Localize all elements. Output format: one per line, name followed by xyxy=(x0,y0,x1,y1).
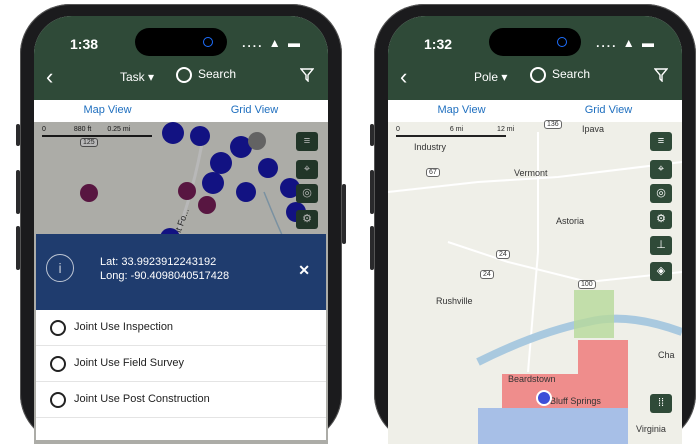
map-scale: 0 6 mi 12 mi xyxy=(396,126,515,137)
list-icon: ≡ xyxy=(657,135,665,147)
search-label: Search xyxy=(198,67,237,82)
view-tabs: Map View Grid View xyxy=(388,100,682,124)
place-label: Bluff Springs xyxy=(550,396,601,406)
location-info-card: i Lat: 33.9923912243192 Long: -90.409804… xyxy=(36,234,326,310)
type-picker[interactable]: Pole ▾ xyxy=(474,70,507,84)
list-item[interactable]: Joint Use Post Construction xyxy=(36,382,326,418)
search-label: Search xyxy=(552,67,591,82)
mute-switch xyxy=(16,124,20,146)
caret-down-icon: ▾ xyxy=(501,70,508,84)
info-icon: i xyxy=(46,254,74,282)
place-label: Beardstown xyxy=(508,374,556,384)
route-shield: 24 xyxy=(480,270,494,279)
pin-icon: ⊥ xyxy=(656,239,666,251)
tab-grid-view[interactable]: Grid View xyxy=(535,100,682,122)
filter-icon[interactable] xyxy=(654,68,668,82)
view-tabs: Map View Grid View xyxy=(34,100,328,124)
route-shield: 67 xyxy=(426,168,440,177)
grid-icon: ⁞⁞ xyxy=(657,397,665,409)
current-location-marker xyxy=(536,390,552,406)
pin-button[interactable]: ⊥ xyxy=(650,236,672,255)
right-screen: 1:32 .... ▲ ▬ ‹ Pole ▾ Search Map View G… xyxy=(388,16,682,444)
search-icon xyxy=(530,67,546,83)
power-button xyxy=(342,184,346,244)
radio-icon[interactable] xyxy=(50,320,66,336)
status-time: 1:38 xyxy=(70,36,99,52)
back-button[interactable]: ‹ xyxy=(400,66,407,88)
place-label: Industry xyxy=(414,142,447,152)
locate-button[interactable]: ⌖ xyxy=(650,160,672,179)
search-icon xyxy=(176,67,192,83)
route-shield: 24 xyxy=(496,250,510,259)
layers-icon: ◈ xyxy=(656,265,666,277)
caret-down-icon: ▾ xyxy=(148,70,155,84)
right-phone: 1:32 .... ▲ ▬ ‹ Pole ▾ Search Map View G… xyxy=(370,4,696,444)
search-button[interactable]: Search xyxy=(530,67,590,83)
route-shield: 136 xyxy=(544,120,562,129)
list-item-label: Joint Use Field Survey xyxy=(74,357,185,369)
left-phone: 1:38 .... ▲ ▬ ‹ Task ▾ Search Map View G… xyxy=(16,4,346,444)
place-label: Astoria xyxy=(556,216,585,226)
tab-map-view[interactable]: Map View xyxy=(34,100,181,124)
task-type-list: Joint Use Inspection Joint Use Field Sur… xyxy=(36,310,326,440)
place-label: Ipava xyxy=(582,124,605,134)
place-label: Rushville xyxy=(436,296,473,306)
app-header: 1:38 .... ▲ ▬ ‹ Task ▾ Search xyxy=(34,16,328,100)
scale-zero: 0 xyxy=(396,126,400,133)
list-item[interactable]: Joint Use Inspection xyxy=(36,310,326,346)
route-shield: 100 xyxy=(578,280,596,289)
status-bar: 1:32 .... ▲ ▬ xyxy=(424,36,656,54)
back-button[interactable]: ‹ xyxy=(46,66,53,88)
list-item-label: Joint Use Inspection xyxy=(74,321,174,333)
scale-bar xyxy=(396,135,506,137)
scale-mid: 6 mi xyxy=(449,126,464,133)
status-icons: .... ▲ ▬ xyxy=(242,36,302,50)
status-bar: 1:38 .... ▲ ▬ xyxy=(70,36,302,54)
volume-down-button xyxy=(16,226,20,270)
list-button[interactable]: ≡ xyxy=(650,132,672,151)
grid-button[interactable]: ⁞⁞ xyxy=(650,394,672,413)
longitude-text: Long: -90.4098040517428 xyxy=(100,270,230,282)
tab-grid-view[interactable]: Grid View xyxy=(181,100,328,122)
place-label: Cha xyxy=(658,350,675,360)
status-time: 1:32 xyxy=(424,36,453,52)
gear-icon: ⚙ xyxy=(656,213,666,225)
list-item-label: Joint Use Post Construction xyxy=(74,393,210,405)
compass-button[interactable]: ◎ xyxy=(650,184,672,203)
nav-row: ‹ Task ▾ Search xyxy=(34,66,328,92)
latitude-text: Lat: 33.9923912243192 xyxy=(100,256,217,268)
type-picker[interactable]: Task ▾ xyxy=(120,70,154,84)
locate-icon: ⌖ xyxy=(657,163,665,175)
nav-row: ‹ Pole ▾ Search xyxy=(388,66,682,92)
volume-down-button xyxy=(370,226,374,270)
app-header: 1:32 .... ▲ ▬ ‹ Pole ▾ Search xyxy=(388,16,682,100)
volume-up-button xyxy=(16,170,20,214)
search-button[interactable]: Search xyxy=(176,67,236,83)
filter-icon[interactable] xyxy=(300,68,314,82)
status-icons: .... ▲ ▬ xyxy=(596,36,656,50)
list-item[interactable]: Joint Use Field Survey xyxy=(36,346,326,382)
mute-switch xyxy=(370,124,374,146)
volume-up-button xyxy=(370,170,374,214)
compass-icon: ◎ xyxy=(656,187,666,199)
place-label: Virginia xyxy=(636,424,666,434)
grid-tile-blue[interactable] xyxy=(478,408,628,444)
layers-button[interactable]: ◈ xyxy=(650,262,672,281)
grid-tile-green[interactable] xyxy=(574,290,614,338)
place-label: Vermont xyxy=(514,168,548,178)
close-button[interactable]: ✕ xyxy=(298,262,310,279)
radio-icon[interactable] xyxy=(50,356,66,372)
scale-end: 12 mi xyxy=(497,126,515,133)
settings-button[interactable]: ⚙ xyxy=(650,210,672,229)
radio-icon[interactable] xyxy=(50,392,66,408)
tab-map-view[interactable]: Map View xyxy=(388,100,535,124)
picker-label: Task xyxy=(120,70,145,84)
map-area[interactable]: 0 6 mi 12 mi Ipava Industry Vermont Asto… xyxy=(388,120,682,444)
picker-label: Pole xyxy=(474,70,499,84)
